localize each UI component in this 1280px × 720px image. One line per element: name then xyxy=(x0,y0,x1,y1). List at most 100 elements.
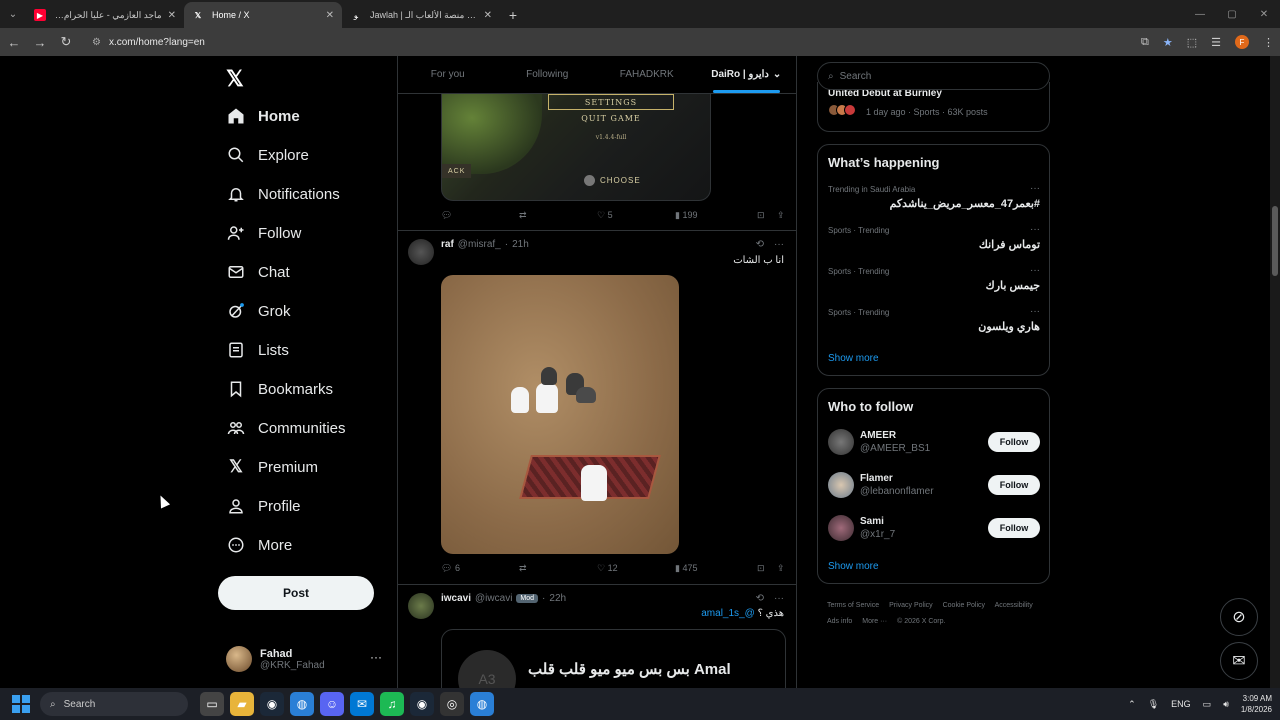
browser-tab-x-home[interactable]: 𝕏 Home / X ✕ xyxy=(184,2,342,28)
nav-profile[interactable]: Profile xyxy=(226,492,301,520)
show-more-link[interactable]: Show more xyxy=(828,561,879,572)
post-button[interactable]: Post xyxy=(218,576,374,610)
messages-fab-button[interactable]: ✉ xyxy=(1220,642,1258,680)
language-indicator[interactable]: ENG xyxy=(1171,699,1191,709)
tab-search-button[interactable]: ⌄ xyxy=(0,0,26,28)
follow-button[interactable]: Follow xyxy=(988,432,1040,452)
tab-fahadkrk[interactable]: FAHADKRK xyxy=(597,56,697,93)
share-button[interactable]: ⇪ xyxy=(777,563,785,574)
nav-explore[interactable]: Explore xyxy=(226,141,309,169)
trend-item[interactable]: Sports · Trending ··· جيمس بارك xyxy=(828,265,1040,292)
site-info-icon[interactable]: ⚙ xyxy=(92,37,101,48)
show-more-link[interactable]: Show more xyxy=(828,353,879,364)
nav-communities[interactable]: Communities xyxy=(226,414,346,442)
bookmark-star-icon[interactable]: ★ xyxy=(1163,36,1173,49)
nav-lists[interactable]: Lists xyxy=(226,336,289,364)
close-tab-icon[interactable]: ✕ xyxy=(326,10,334,21)
scrollbar-thumb[interactable] xyxy=(1272,206,1278,276)
footer-link[interactable]: More ··· xyxy=(862,618,887,625)
browser-tab-jawlah[interactable]: ﻮ Jawlah | جولة - منصة الألعاب الـ ✕ xyxy=(342,2,500,28)
close-tab-icon[interactable]: ✕ xyxy=(484,10,492,21)
post-iwcavi[interactable]: iwcavi @iwcavi Mod · 22h ⟲ ··· هذي ؟ @_a… xyxy=(398,584,796,688)
discord-icon[interactable]: ☺ xyxy=(320,692,344,716)
more-dots-icon[interactable]: ··· xyxy=(1030,183,1040,194)
author-handle[interactable]: @misraf_ xyxy=(458,239,501,250)
profile-avatar[interactable]: F xyxy=(1235,35,1249,49)
reply-button[interactable]: 💬︎ 6 xyxy=(441,563,519,574)
app-icon[interactable]: ◎ xyxy=(440,692,464,716)
post-time[interactable]: 22h xyxy=(549,593,566,604)
author-handle[interactable]: @iwcavi xyxy=(475,593,512,604)
reply-button[interactable]: 💬︎ xyxy=(441,210,519,221)
maximize-icon[interactable]: ▢ xyxy=(1216,0,1248,28)
clock[interactable]: 3:09 AM 1/8/2026 xyxy=(1241,693,1272,715)
back-icon[interactable]: ← xyxy=(2,30,26,54)
grok-icon[interactable]: ⟲ xyxy=(756,239,764,250)
follow-button[interactable]: Follow xyxy=(988,475,1040,495)
more-dots-icon[interactable]: ··· xyxy=(1030,306,1040,317)
close-tab-icon[interactable]: ✕ xyxy=(168,10,176,21)
follow-suggestion[interactable]: Sami @x1r_7 Follow xyxy=(828,515,1040,545)
browser-tab-youtube[interactable]: ▶ ماجد العازمي - عليا الحرام ( النسـ ✕ xyxy=(26,2,184,28)
nav-follow[interactable]: Follow xyxy=(226,219,301,247)
install-app-icon[interactable]: ⧉ xyxy=(1141,36,1149,49)
avatar[interactable] xyxy=(408,593,434,619)
author-name[interactable]: iwcavi xyxy=(441,593,471,604)
more-dots-icon[interactable]: ··· xyxy=(774,593,784,604)
footer-link[interactable]: Terms of Service xyxy=(827,602,879,609)
minimize-icon[interactable]: — xyxy=(1184,0,1216,28)
forward-icon[interactable]: → xyxy=(28,30,52,54)
grok-fab-button[interactable]: ⊘ xyxy=(1220,598,1258,636)
extensions-icon[interactable]: ⬚ xyxy=(1187,36,1197,49)
like-button[interactable]: ♡ 5 xyxy=(597,210,675,221)
bookmark-button[interactable]: ⊡ xyxy=(757,563,777,574)
quoted-post[interactable]: A3 بس بس ميو ميو قلب قلب Amal xyxy=(441,629,786,688)
steam-icon[interactable]: ◉ xyxy=(260,692,284,716)
avatar[interactable] xyxy=(408,239,434,265)
footer-link[interactable]: Cookie Policy xyxy=(943,602,985,609)
spotify-icon[interactable]: ♫ xyxy=(380,692,404,716)
network-icon[interactable]: ▭ xyxy=(1203,699,1212,710)
repost-button[interactable]: ⇄ xyxy=(519,210,597,221)
footer-link[interactable]: Accessibility xyxy=(995,602,1033,609)
post-raf[interactable]: raf @misraf_ · 21h ⟲ ··· انا ب الشات 💬︎ xyxy=(398,230,796,584)
nav-notifications[interactable]: Notifications xyxy=(226,180,340,208)
volume-icon[interactable]: 🔊︎ xyxy=(1223,699,1229,710)
nav-more[interactable]: More xyxy=(226,531,292,559)
chrome-icon[interactable]: ◍ xyxy=(470,692,494,716)
follow-suggestion[interactable]: AMEER @AMEER_BS1 Follow xyxy=(828,429,1040,459)
new-tab-button[interactable]: + xyxy=(500,2,526,28)
more-dots-icon[interactable]: ··· xyxy=(774,239,784,250)
game-screenshot-image[interactable]: SETTINGS QUIT GAME v1.4.4-full ACK CHOOS… xyxy=(441,94,711,201)
nav-home[interactable]: Home xyxy=(226,102,300,130)
microphone-icon[interactable]: 🎙︎ xyxy=(1148,699,1159,710)
more-dots-icon[interactable]: ··· xyxy=(1030,265,1040,276)
search-input[interactable]: ⌕ Search xyxy=(817,62,1050,90)
footer-link[interactable]: Ads info xyxy=(827,618,852,625)
footer-link[interactable]: Privacy Policy xyxy=(889,602,933,609)
follow-suggestion[interactable]: Flamer @lebanonflamer Follow xyxy=(828,472,1040,502)
trend-item[interactable]: Trending in Saudi Arabia ··· #بعمر47_معس… xyxy=(828,183,1040,210)
tab-following[interactable]: Following xyxy=(498,56,598,93)
chevron-up-icon[interactable]: ⌃ xyxy=(1128,699,1136,710)
share-button[interactable]: ⇪ xyxy=(777,210,785,221)
post-photo[interactable] xyxy=(441,275,679,554)
nav-bookmarks[interactable]: Bookmarks xyxy=(226,375,333,403)
reload-icon[interactable]: ↻ xyxy=(54,30,78,54)
repost-button[interactable]: ⇄ xyxy=(519,563,597,574)
follow-button[interactable]: Follow xyxy=(988,518,1040,538)
nav-premium[interactable]: 𝕏 Premium xyxy=(226,453,318,481)
tab-for-you[interactable]: For you xyxy=(398,56,498,93)
tab-dairo[interactable]: DaiRo | دايرو ⌄ xyxy=(697,56,797,93)
author-name[interactable]: raf xyxy=(441,239,454,250)
page-scrollbar[interactable] xyxy=(1270,56,1280,688)
menu-kebab-icon[interactable]: ⋮ xyxy=(1263,36,1274,49)
post-time[interactable]: 21h xyxy=(512,239,529,250)
trend-item[interactable]: Sports · Trending ··· توماس فرانك xyxy=(828,224,1040,251)
account-switcher[interactable]: Fahad @KRK_Fahad ··· xyxy=(226,642,386,676)
task-view-icon[interactable]: ▭ xyxy=(200,692,224,716)
chrome-icon[interactable]: ◍ xyxy=(290,692,314,716)
views-button[interactable]: ▮ 475 xyxy=(675,563,757,574)
mention-link[interactable]: @_amal_1s xyxy=(701,608,755,619)
nav-grok[interactable]: Grok xyxy=(226,297,291,325)
